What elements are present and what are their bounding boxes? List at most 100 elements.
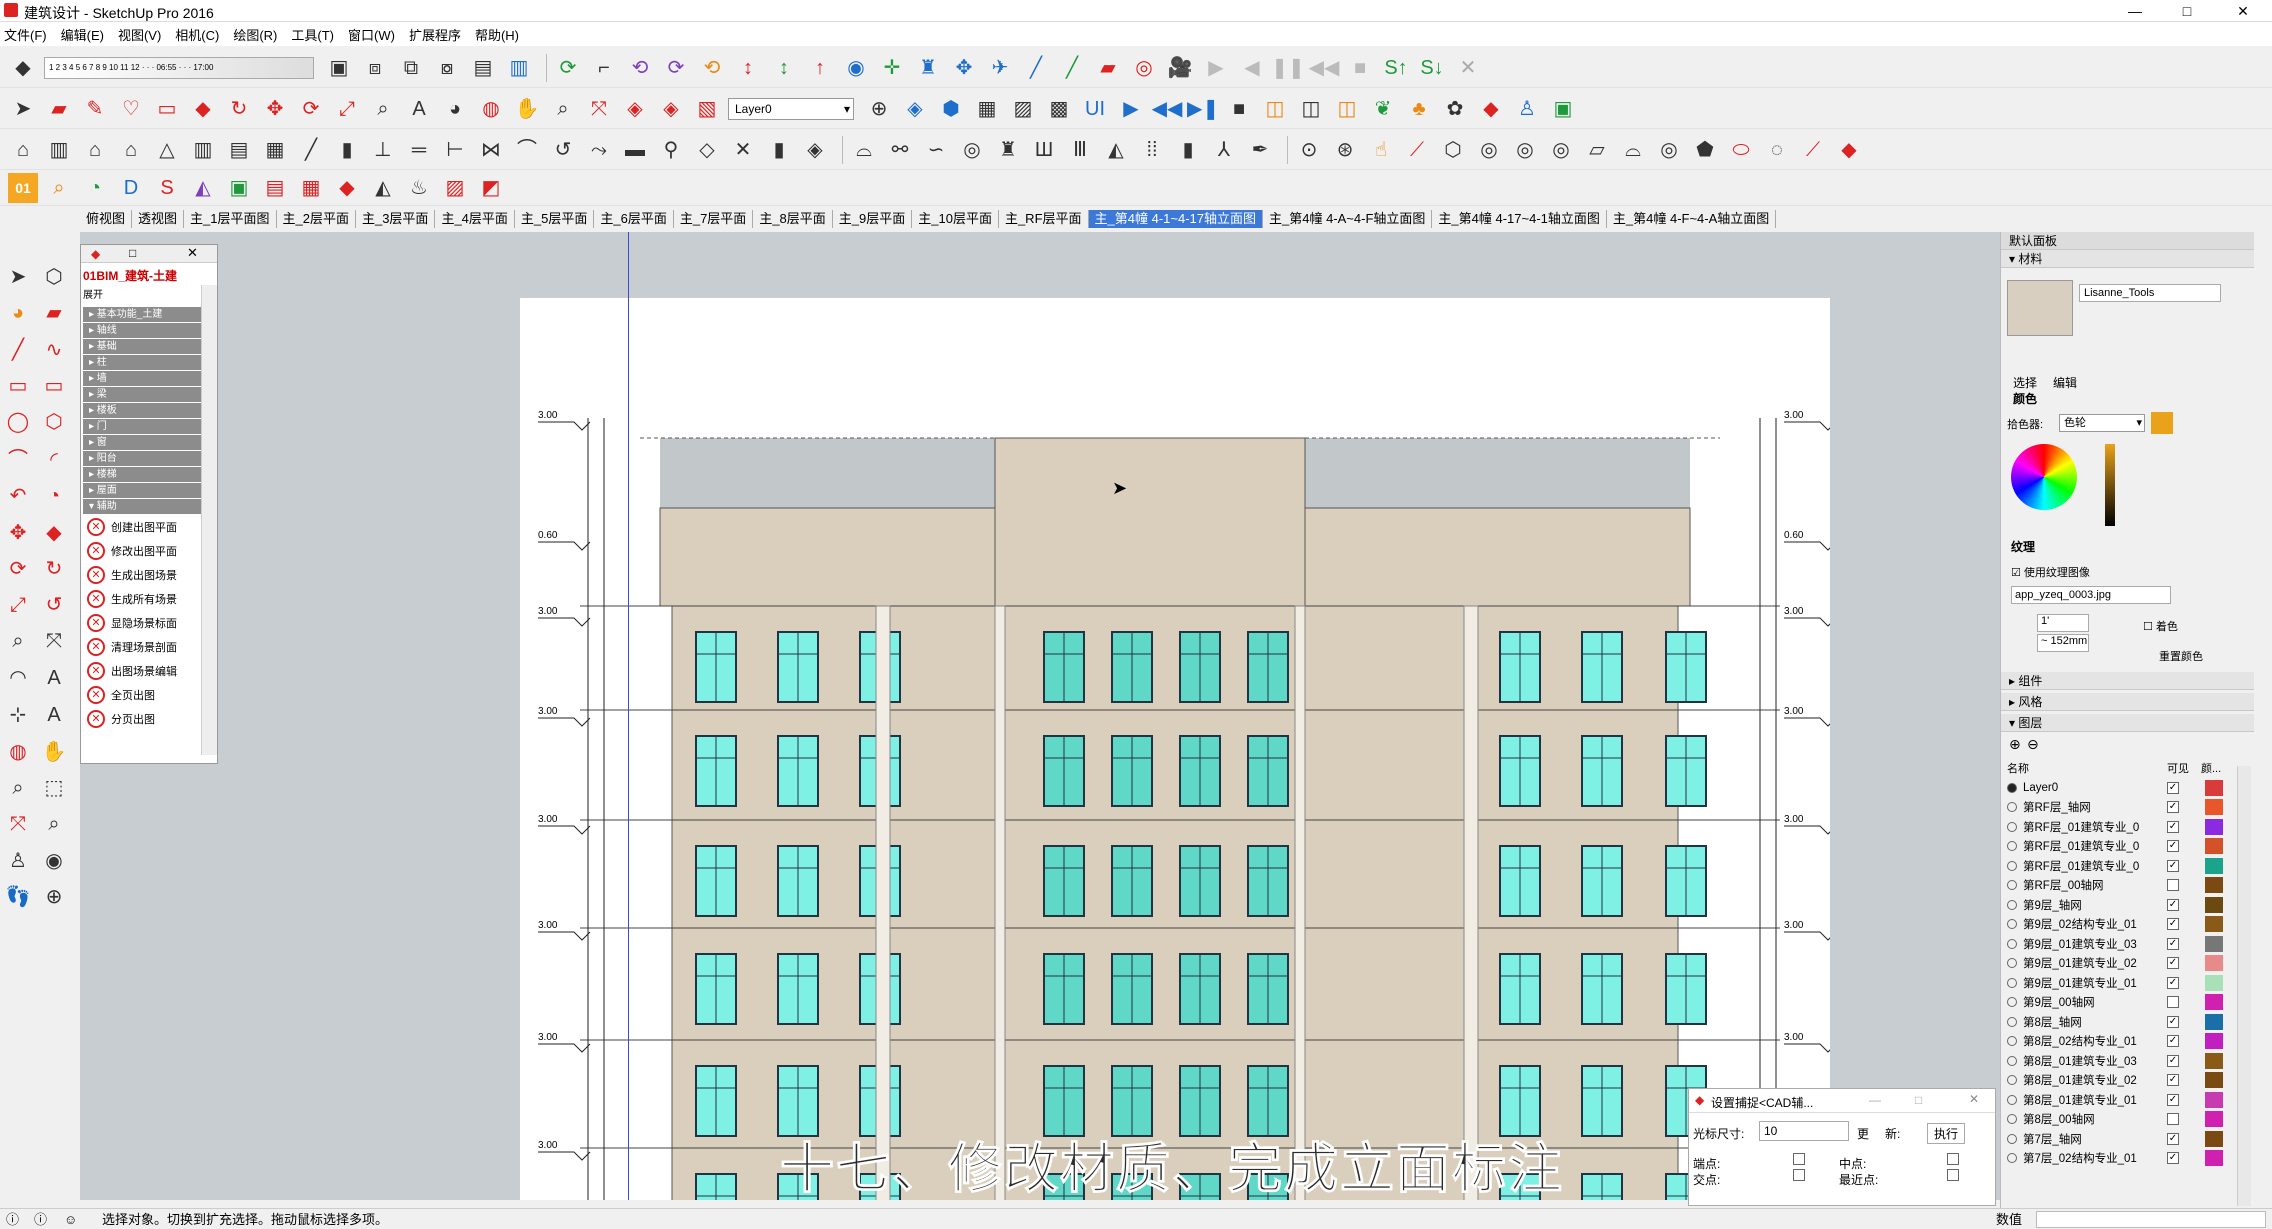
shape3-icon[interactable]: ◎ (1510, 135, 1540, 165)
rectangle-icon[interactable]: ▭ (152, 94, 182, 124)
menu-help[interactable]: 帮助(H) (475, 25, 519, 44)
zoom-tool-icon[interactable]: ⌕ (2, 772, 34, 804)
paint-tool-icon[interactable]: ◕ (2, 297, 34, 329)
prev-icon[interactable]: ◀ (1237, 53, 1267, 83)
line-blue-icon[interactable]: ╱ (1021, 53, 1051, 83)
info-icon[interactable]: ⓘ (6, 1209, 19, 1229)
pencil-icon[interactable]: ✎ (80, 94, 110, 124)
protractor-tool-icon[interactable]: ◠ (2, 661, 34, 693)
warehouse-icon[interactable]: ◈ (620, 94, 650, 124)
pan-tool-icon[interactable]: ✋ (38, 735, 70, 767)
plugin-command[interactable]: ✕ 生成所有场景 (81, 587, 217, 611)
execute-button[interactable]: 执行 (1927, 1123, 1966, 1144)
layer-active-radio[interactable] (2007, 1036, 2017, 1047)
move-green-icon[interactable]: ✛ (877, 53, 907, 83)
plugin-group[interactable]: ▾ 辅助 (83, 499, 215, 514)
fence2-icon[interactable]: Ⅲ (1065, 135, 1095, 165)
arc-tool-icon[interactable]: ⌒ (2, 441, 34, 473)
dimension-tool-icon[interactable]: ⤧ (38, 625, 70, 657)
layer-active-radio[interactable] (2007, 938, 2017, 949)
plugin-command[interactable]: ✕ 显隐场景标面 (81, 611, 217, 635)
colorize-checkbox[interactable]: ☐ 着色 (2143, 618, 2178, 634)
record-icon[interactable]: ◎ (1129, 53, 1159, 83)
layer-color-swatch[interactable] (2205, 1072, 2223, 1089)
fog-slider[interactable]: 1 2 3 4 5 6 7 8 9 10 11 12 · · · 06:55 ·… (44, 56, 314, 79)
layer-color-swatch[interactable] (2205, 1150, 2223, 1167)
pie-tool-icon[interactable]: ◔ (38, 480, 70, 512)
eraser-icon[interactable]: ◆ (8, 53, 38, 83)
shape4-icon[interactable]: ◎ (1546, 135, 1576, 165)
s-down-icon[interactable]: S↓ (1417, 53, 1447, 83)
paint-bucket-icon[interactable]: ◕ (440, 94, 470, 124)
eraser-tool-icon[interactable]: ▰ (44, 94, 74, 124)
layer-row[interactable]: 第9层_01建筑专业_03 ✓ (2001, 934, 2237, 954)
endpoint-checkbox[interactable] (1793, 1153, 1805, 1165)
components-header[interactable]: ▸ 组件 (2001, 672, 2254, 690)
beam-icon[interactable]: ╱ (296, 135, 326, 165)
section-icon[interactable]: ⊕ (864, 94, 894, 124)
slab-icon[interactable]: ▬ (620, 135, 650, 165)
layer-row[interactable]: 第8层_02结构专业_01 ✓ (2001, 1032, 2237, 1052)
circle-tool-icon[interactable]: ◯ (2, 405, 34, 437)
layer-color-swatch[interactable] (2205, 896, 2223, 913)
layer-color-swatch[interactable] (2205, 935, 2223, 952)
layer-active-radio[interactable] (2007, 1153, 2017, 1164)
layer-visible-checkbox[interactable] (2167, 879, 2179, 892)
scene-tab[interactable]: 主_4层平面 (435, 210, 515, 228)
top-view-icon[interactable]: ▤ (468, 53, 498, 83)
layer-row[interactable]: 第RF层_轴网 ✓ (2001, 798, 2237, 818)
building-icon[interactable]: ▥ (188, 135, 218, 165)
table-icon[interactable]: ▦ (972, 94, 1002, 124)
brush-icon[interactable]: ⟋ (1402, 135, 1432, 165)
pushpull-tool-icon[interactable]: ◆ (38, 516, 70, 548)
node-icon[interactable]: ⚲ (656, 135, 686, 165)
scene-tab[interactable]: 主_第4幢 4-F~4-A轴立面图 (1607, 210, 1777, 228)
figure-icon[interactable]: ⅄ (1209, 135, 1239, 165)
orbit-icon[interactable]: ◍ (476, 94, 506, 124)
cursor-size-field[interactable]: 10 (1759, 1121, 1849, 1141)
tree-icon[interactable]: ♣ (1404, 94, 1434, 124)
grid2-icon[interactable]: ✕ (728, 135, 758, 165)
map-plugin-icon[interactable]: ▣ (224, 173, 254, 203)
texture-width-field[interactable]: 1' (2037, 614, 2089, 632)
orbit-tool-icon[interactable]: ◍ (2, 735, 34, 767)
diag-plugin-icon[interactable]: ◩ (476, 173, 506, 203)
shape-icon[interactable]: ✿ (1440, 94, 1470, 124)
play-icon[interactable]: ▶ (1201, 53, 1231, 83)
layer-visible-checkbox[interactable] (2167, 1113, 2179, 1126)
dim2-icon[interactable]: ⋈ (476, 135, 506, 165)
axis-icon[interactable]: ⊥ (368, 135, 398, 165)
layer-row[interactable]: 第RF层_01建筑专业_0 ✓ (2001, 856, 2237, 876)
measurements-field[interactable] (2036, 1211, 2266, 1228)
curve-icon[interactable]: ∽ (921, 135, 951, 165)
rotrect-tool-icon[interactable]: ▭ (38, 369, 70, 401)
layer-active-radio[interactable] (2007, 1114, 2017, 1125)
x-icon[interactable]: ✕ (1453, 53, 1483, 83)
layer-color-swatch[interactable] (2205, 1033, 2223, 1050)
ring-icon[interactable]: ◌ (1762, 135, 1792, 165)
scene-tab[interactable]: 主_9层平面 (833, 210, 913, 228)
ui-icon[interactable]: UI (1080, 94, 1110, 124)
layer-row[interactable]: 第7层_轴网 ✓ (2001, 1129, 2237, 1149)
line-tool-icon[interactable]: ╱ (2, 333, 34, 365)
text-tool-icon[interactable]: A (38, 662, 70, 694)
frame-icon[interactable]: ▩ (1044, 94, 1074, 124)
zoomwin-tool-icon[interactable]: ⬚ (38, 771, 70, 803)
add-layer-icon[interactable]: ⊕ (2009, 736, 2021, 753)
layer-active-radio[interactable] (2007, 899, 2017, 910)
component-icon[interactable]: ◈ (900, 94, 930, 124)
3dtext-tool-icon[interactable]: A (38, 699, 70, 731)
layer-active-radio[interactable] (2007, 821, 2017, 832)
shape8-icon[interactable]: ⬟ (1690, 135, 1720, 165)
robot-icon[interactable]: ♜ (913, 53, 943, 83)
rotate-icon[interactable]: ⟳ (296, 94, 326, 124)
layer-visible-checkbox[interactable]: ✓ (2167, 898, 2179, 911)
pause-icon[interactable]: ❚❚ (1271, 53, 1305, 83)
layer-select[interactable]: Layer0 ▾ (728, 97, 854, 120)
axis-green-icon[interactable]: ↕ (769, 53, 799, 83)
grid-icon[interactable]: ◇ (692, 135, 722, 165)
shape6-icon[interactable]: ⌓ (1618, 135, 1648, 165)
osm-icon[interactable]: ▣ (1548, 94, 1578, 124)
layer-visible-checkbox[interactable]: ✓ (2167, 937, 2179, 950)
shape-plugin-icon[interactable]: ◭ (188, 173, 218, 203)
